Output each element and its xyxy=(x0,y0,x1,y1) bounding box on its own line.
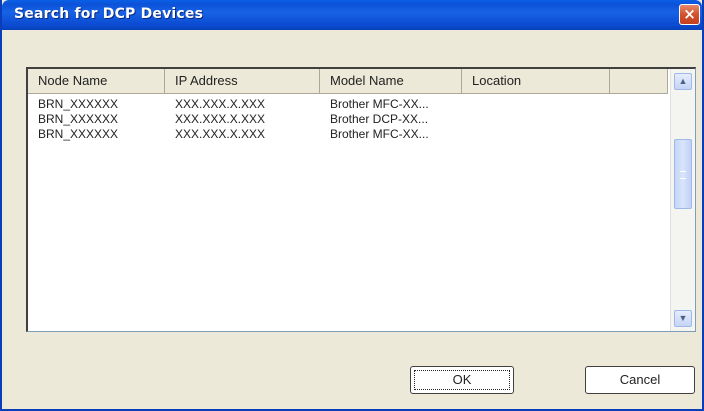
column-header-filler xyxy=(610,69,668,93)
model-name-cell: Brother MFC-XX... xyxy=(330,97,429,111)
column-header-model-name[interactable]: Model Name xyxy=(320,69,462,93)
ip-address-cell: XXX.XXX.X.XXX xyxy=(175,97,266,111)
model-name-cell: Brother DCP-XX... xyxy=(330,112,429,126)
ok-button[interactable]: OK xyxy=(410,366,514,394)
title-bar[interactable]: Search for DCP Devices × xyxy=(2,0,702,30)
node-name-cell: BRN_XXXXXX xyxy=(38,112,119,126)
node-name-cell: BRN_XXXXXX xyxy=(38,97,119,111)
model-name-cell: Brother MFC-XX... xyxy=(330,127,429,141)
table-row[interactable]: BRN_XXXXXX XXX.XXX.X.XXX Brother DCP-XX.… xyxy=(28,112,668,127)
table-row[interactable]: BRN_XXXXXX XXX.XXX.X.XXX Brother MFC-XX.… xyxy=(28,127,668,142)
focus-rectangle xyxy=(414,370,510,390)
dialog-title: Search for DCP Devices xyxy=(14,6,204,22)
list-header: Node Name IP Address Model Name Location xyxy=(28,69,668,94)
ip-address-cell: XXX.XXX.X.XXX xyxy=(175,127,266,141)
scroll-thumb[interactable] xyxy=(674,139,692,209)
ip-address-cell: XXX.XXX.X.XXX xyxy=(175,112,266,126)
scroll-down-icon[interactable]: ▼ xyxy=(674,310,692,327)
vertical-scrollbar[interactable]: ▲ ▼ xyxy=(670,69,695,331)
search-dialog: Search for DCP Devices × Node Name IP Ad… xyxy=(0,0,704,411)
scroll-up-icon[interactable]: ▲ xyxy=(674,73,692,90)
device-list[interactable]: Node Name IP Address Model Name Location… xyxy=(26,67,696,332)
close-icon[interactable]: × xyxy=(679,4,700,25)
column-header-node-name[interactable]: Node Name xyxy=(28,69,165,93)
column-header-location[interactable]: Location xyxy=(462,69,610,93)
grip-icon xyxy=(680,171,686,179)
table-row[interactable]: BRN_XXXXXX XXX.XXX.X.XXX Brother MFC-XX.… xyxy=(28,97,668,112)
column-header-ip-address[interactable]: IP Address xyxy=(165,69,320,93)
node-name-cell: BRN_XXXXXX xyxy=(38,127,119,141)
cancel-button[interactable]: Cancel xyxy=(585,366,695,394)
list-rows: BRN_XXXXXX XXX.XXX.X.XXX Brother MFC-XX.… xyxy=(28,97,668,142)
